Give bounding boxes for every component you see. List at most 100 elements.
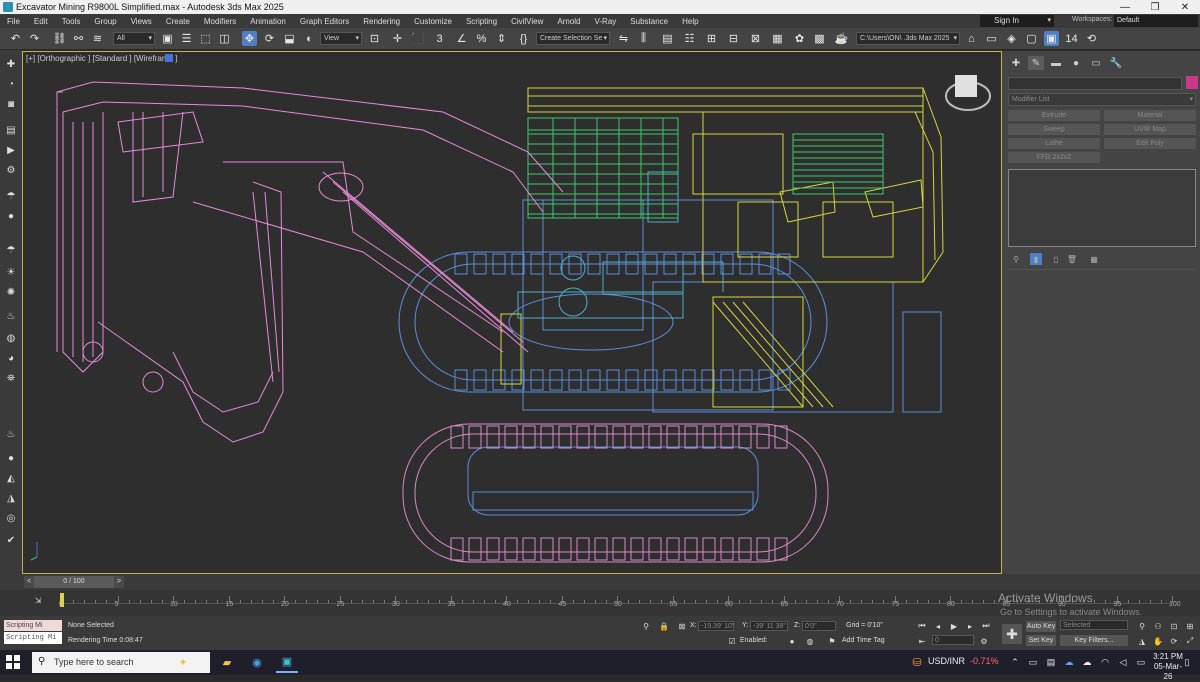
close-button[interactable]: ✕ (1170, 0, 1200, 14)
enabled-toggle-icon[interactable]: ● (786, 635, 798, 647)
pivot-center-icon[interactable]: ⊡ (367, 31, 382, 46)
show-end-result-icon[interactable]: ▮ (1030, 253, 1042, 265)
menu-edit[interactable]: Edit (27, 17, 55, 26)
isolate-icon[interactable]: ⚲ (640, 620, 652, 632)
display-icon[interactable]: ⚙ (3, 162, 19, 178)
battery-icon[interactable]: ▭ (1130, 652, 1152, 673)
redo-icon[interactable]: ↷ (27, 31, 42, 46)
menu-rendering[interactable]: Rendering (356, 17, 407, 26)
scene-states-icon[interactable]: ◭ (3, 470, 19, 486)
mirror-icon[interactable]: ⇋ (616, 31, 631, 46)
set-project-icon[interactable]: ⌂ (964, 31, 979, 46)
omni-light-icon[interactable]: ☀ (3, 264, 19, 280)
object-name-field[interactable] (1008, 77, 1182, 90)
menu-vray[interactable]: V-Ray (588, 17, 624, 26)
notification-icon[interactable]: ▯ (1176, 652, 1198, 673)
scene-icon[interactable]: ▤ (3, 122, 19, 138)
menu-create[interactable]: Create (159, 17, 197, 26)
display-tab-icon[interactable]: ▭ (1088, 56, 1104, 70)
orbit-icon[interactable]: ⟳ (1168, 635, 1180, 647)
y-coordinate-field[interactable]: -39' 11 38" (750, 621, 788, 631)
percent-snap-icon[interactable]: % (474, 31, 489, 46)
rect-selection-icon[interactable]: ⬚ (198, 31, 213, 46)
undo-icon[interactable]: ↶ (8, 31, 23, 46)
extrude-button[interactable]: Extrude (1008, 110, 1100, 121)
zoom-extents-icon[interactable]: ⊡ (1168, 620, 1180, 632)
unlink-icon[interactable]: ⚯ (71, 31, 86, 46)
add-time-tag-button[interactable]: Add Time Tag (842, 637, 885, 644)
shape-icon[interactable]: ◕ (3, 350, 19, 366)
camera-icon[interactable]: ▶ (3, 142, 19, 158)
maxscript-mini-listener[interactable]: Scripting Mi (4, 620, 62, 631)
vray-icon[interactable]: ✔ (3, 532, 19, 548)
widget-stars-icon[interactable]: ✦ (172, 652, 194, 673)
key-selection-dropdown[interactable]: Selected (1060, 620, 1128, 630)
lathe-button[interactable]: Lathe (1008, 138, 1100, 149)
save-icon[interactable]: ▣ (1044, 31, 1059, 46)
keyboard-shortcut-icon[interactable]: ⬛ (410, 31, 425, 46)
absolute-mode-icon[interactable]: ⊠ (676, 620, 688, 632)
maximize-button[interactable]: ❐ (1140, 0, 1170, 14)
zoom-icon[interactable]: ⚲ (1136, 620, 1148, 632)
create-tab-icon[interactable]: ✚ (1008, 56, 1024, 70)
menu-graph-editors[interactable]: Graph Editors (293, 17, 356, 26)
time-next-icon[interactable]: > (114, 576, 124, 588)
rendered-frame-icon[interactable]: ▩ (812, 31, 827, 46)
selection-filter-dropdown[interactable]: All (113, 32, 155, 45)
modify-tab-icon[interactable]: ✎ (1028, 56, 1044, 70)
previous-frame-icon[interactable]: ◂ (932, 620, 944, 632)
script-icon[interactable]: ◈ (1004, 31, 1019, 46)
create-icon[interactable]: ✚ (3, 56, 19, 72)
play-icon[interactable]: ▶ (948, 620, 960, 632)
hierarchy-tab-icon[interactable]: ▬ (1048, 56, 1064, 70)
currency-pair[interactable]: USD/INR (928, 656, 965, 666)
snaps-toggle-icon[interactable]: 3 (432, 31, 447, 46)
light-icon[interactable]: ☂ (3, 188, 19, 204)
render-setup-icon[interactable]: ✿ (792, 31, 807, 46)
menu-modifiers[interactable]: Modifiers (197, 17, 243, 26)
menu-group[interactable]: Group (87, 17, 123, 26)
lighting-icon[interactable]: ◎ (3, 510, 19, 526)
project-folder-icon[interactable]: ▭ (984, 31, 999, 46)
go-to-end-icon[interactable]: ⏭ (980, 620, 992, 632)
motion-tab-icon[interactable]: ● (1068, 56, 1084, 70)
set-key-big-icon[interactable]: ✚ (1002, 624, 1022, 644)
next-frame-icon[interactable]: ▸ (964, 620, 976, 632)
make-unique-icon[interactable]: ▯ (1050, 253, 1062, 265)
angle-snap-icon[interactable]: ∠ (454, 31, 469, 46)
menu-tools[interactable]: Tools (55, 17, 88, 26)
helper-icon[interactable]: ⛯ (3, 370, 19, 386)
menu-file[interactable]: File (0, 17, 27, 26)
curve-editor-icon[interactable]: ⊟ (726, 31, 741, 46)
sync-icon[interactable]: ⟲ (1084, 31, 1099, 46)
ffd-button[interactable]: FFD 2x2x2 (1008, 152, 1100, 163)
link-icon[interactable]: ⛓ (52, 31, 67, 46)
minimize-button[interactable]: — (1110, 0, 1140, 14)
sun-icon[interactable]: ✺ (3, 284, 19, 300)
current-frame-field[interactable]: 0 (932, 635, 974, 645)
uvw-map-button[interactable]: UVW Map (1104, 124, 1196, 135)
adaptive-degradation-icon[interactable]: ☑ (726, 635, 738, 647)
ref-coord-dropdown[interactable]: View (320, 32, 362, 45)
menu-help[interactable]: Help (675, 17, 705, 26)
select-place-icon[interactable]: ◐ (302, 31, 317, 46)
time-prev-icon[interactable]: < (24, 576, 34, 588)
fire-icon[interactable]: ♨ (3, 426, 19, 442)
time-tag-icon[interactable]: ◍ (804, 635, 816, 647)
edit-poly-button[interactable]: Edit Poly (1104, 138, 1196, 149)
sweep-button[interactable]: Sweep (1008, 124, 1100, 135)
maximize-viewport-icon[interactable]: ⤢ (1184, 635, 1196, 647)
z-coordinate-field[interactable]: 0'0" (802, 621, 836, 631)
teapot-icon[interactable]: ♨ (3, 308, 19, 324)
file-explorer-icon[interactable]: ▰ (216, 652, 238, 673)
menu-customize[interactable]: Customize (407, 17, 459, 26)
material-ball-icon[interactable]: ● (3, 450, 19, 466)
schematic-view-icon[interactable]: ⊠ (748, 31, 763, 46)
field-of-view-icon[interactable]: ◮ (1136, 635, 1148, 647)
material-button[interactable]: Material (1104, 110, 1196, 121)
set-key-button[interactable]: Set Key (1026, 635, 1056, 646)
modifier-list-dropdown[interactable]: Modifier List (1008, 93, 1196, 106)
configure-sets-icon[interactable]: ▦ (1088, 253, 1100, 265)
scene-explorer-icon[interactable]: ▤ (660, 31, 675, 46)
playhead[interactable] (60, 593, 64, 607)
